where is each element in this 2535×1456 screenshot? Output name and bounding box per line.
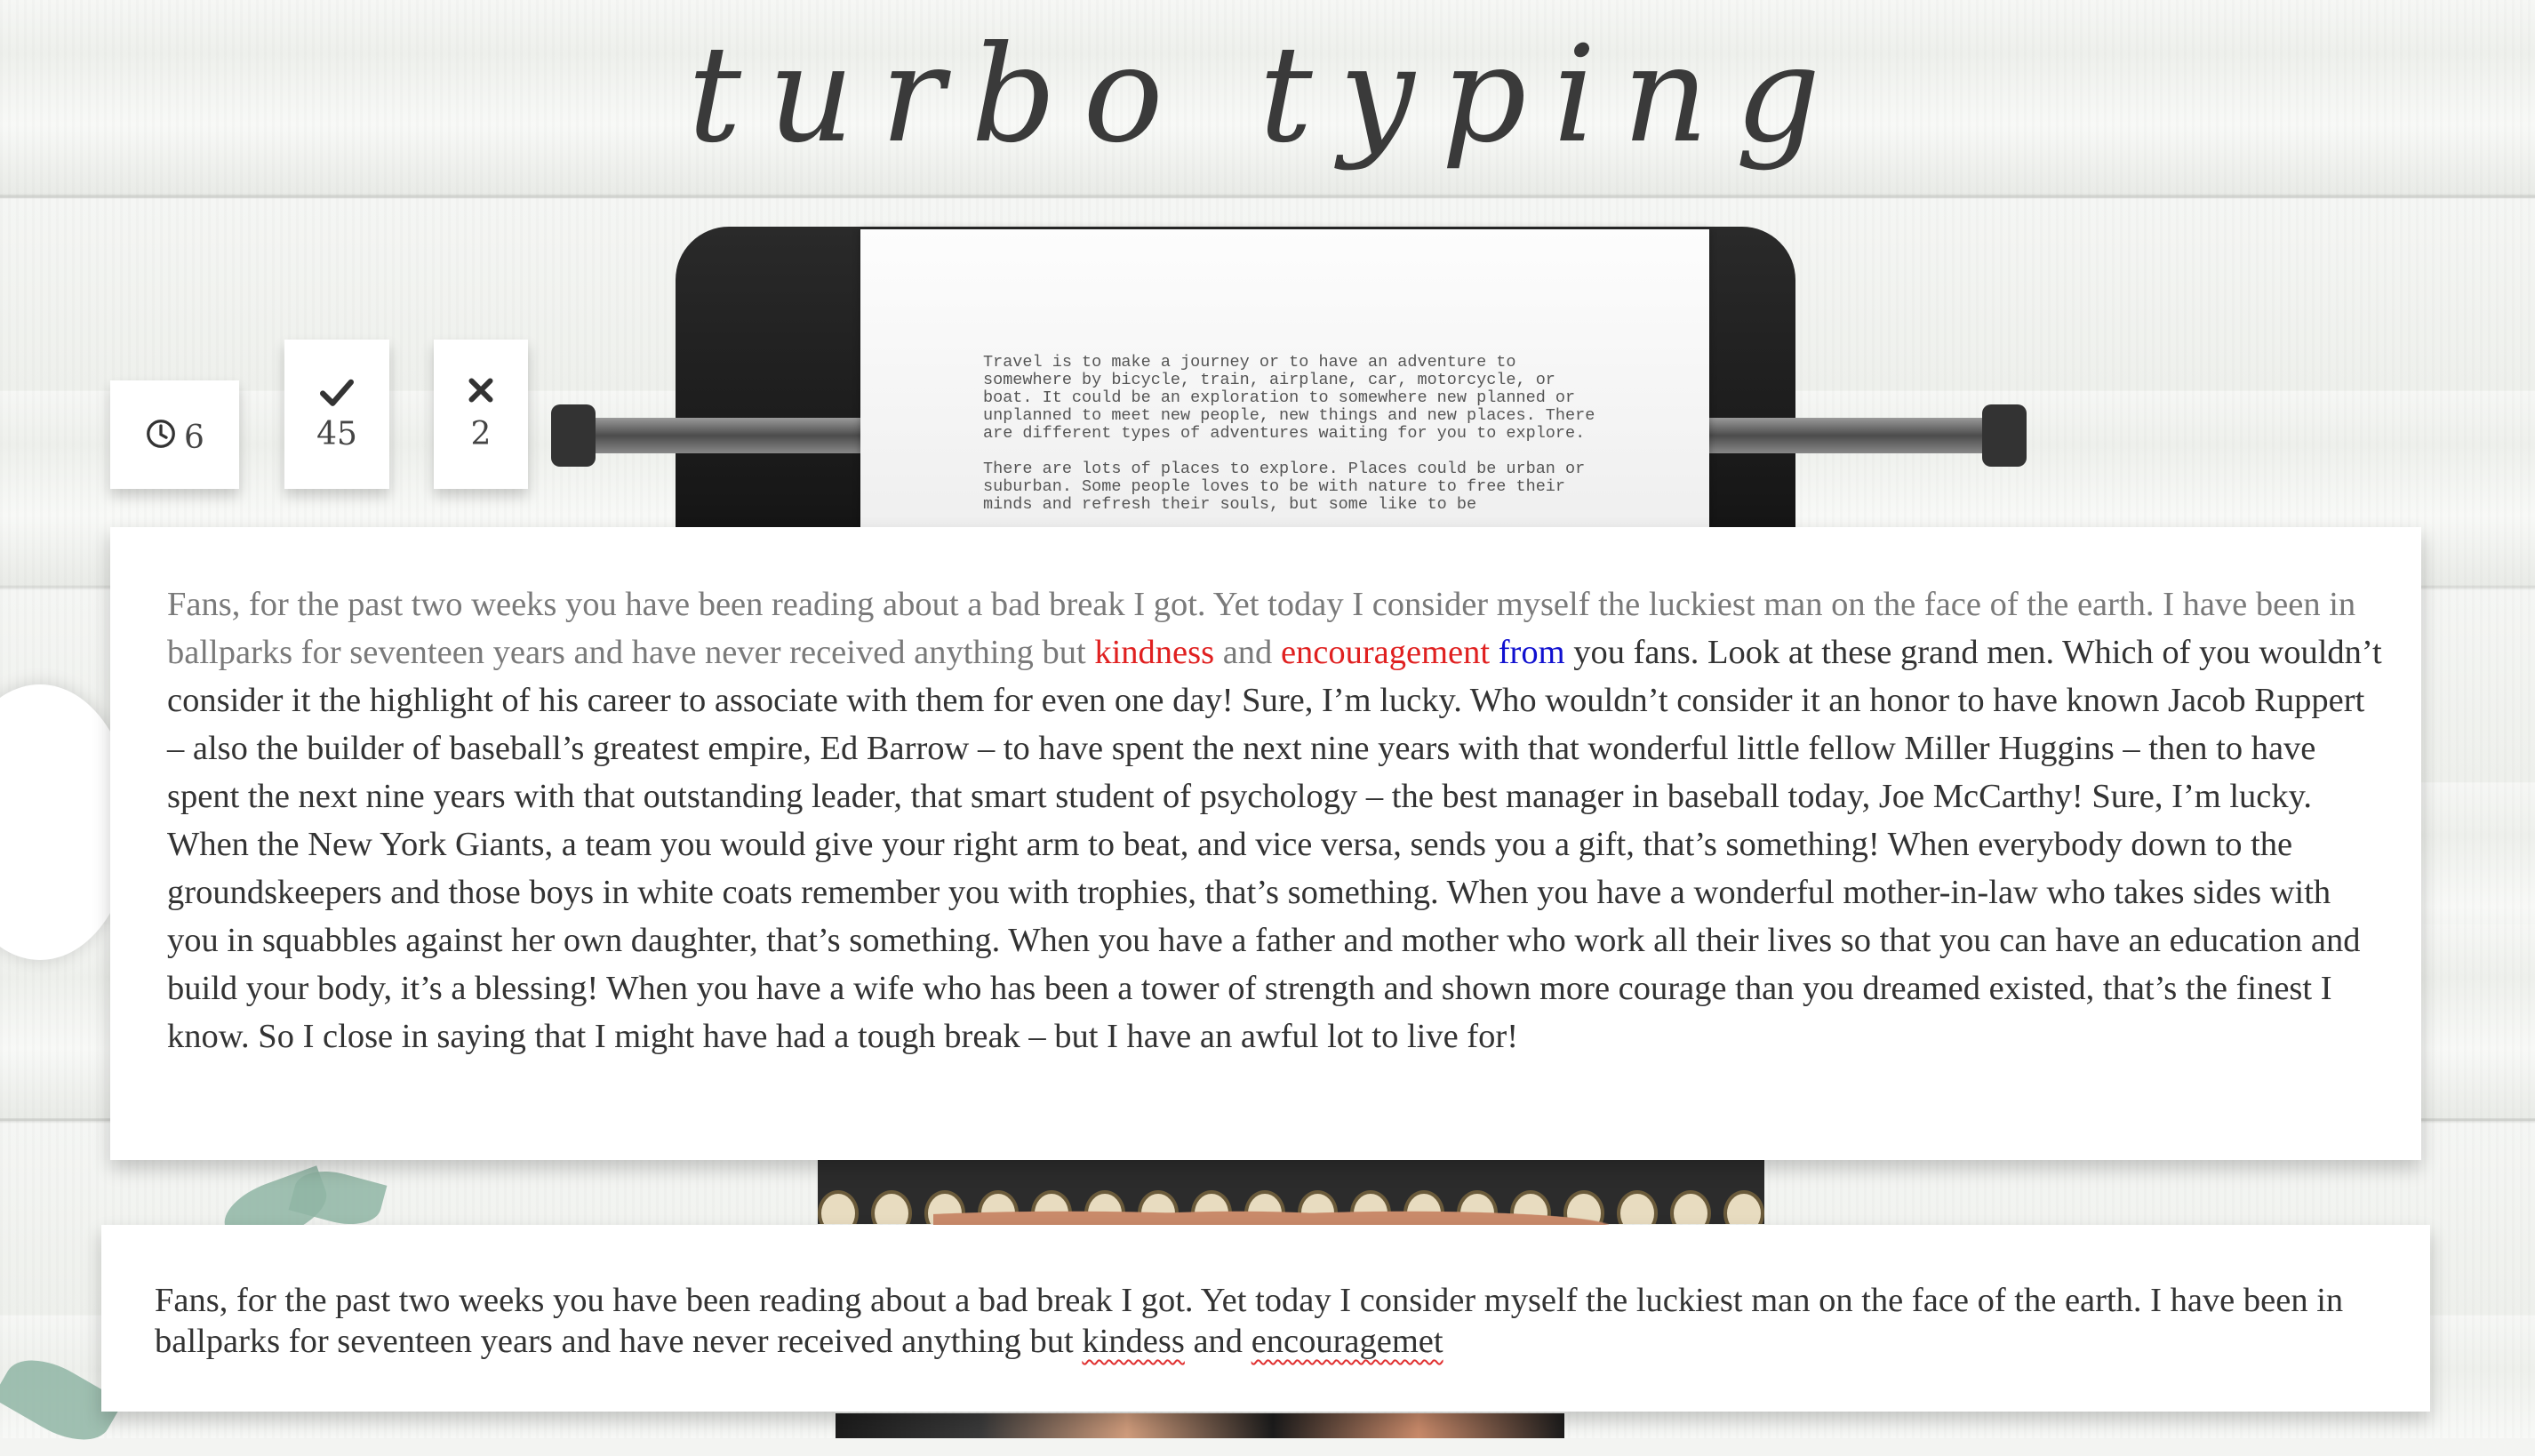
wrong-count: 2 [470, 416, 492, 452]
misspelled-word: kindess [1082, 1323, 1185, 1360]
timer-card: 6 [110, 380, 239, 489]
typing-input[interactable]: Fans, for the past two weeks you have be… [155, 1280, 2395, 1362]
typewriter-knob [1982, 404, 2027, 467]
paper-text: Travel is to make a journey or to have a… [983, 354, 1605, 527]
typewriter-knob [551, 404, 596, 467]
typed-text: and [1214, 634, 1281, 671]
wrong-word: kindness [1094, 634, 1215, 671]
hands-illustration [836, 1413, 1564, 1438]
timer-value: 6 [184, 420, 204, 456]
remaining-text: you fans. Look at these grand men. Which… [167, 634, 2382, 1055]
correct-count: 45 [316, 416, 357, 452]
misspelled-word: encouragemet [1251, 1323, 1443, 1360]
input-typed: and [1184, 1323, 1252, 1360]
reference-text-panel: Fans, for the past two weeks you have be… [110, 527, 2421, 1160]
paper-paragraph: There are lots of places to explore. Pla… [983, 460, 1586, 514]
paper-paragraph: Travel is to make a journey or to have a… [983, 353, 1595, 443]
app-title: turbo typing [687, 18, 1848, 172]
current-word: from [1498, 634, 1565, 671]
hands-illustration [933, 1191, 1609, 1227]
check-icon [284, 377, 389, 407]
x-icon [434, 377, 528, 404]
wrong-word: encouragement [1280, 634, 1491, 671]
wrong-words-card: 2 [434, 340, 528, 489]
reference-text: Fans, for the past two weeks you have be… [167, 580, 2389, 1060]
clock-icon [145, 418, 177, 458]
typewriter-paper: Travel is to make a journey or to have a… [860, 229, 1709, 527]
typing-input-panel[interactable]: Fans, for the past two weeks you have be… [101, 1225, 2430, 1412]
correct-words-card: 45 [284, 340, 389, 489]
divider [0, 196, 2535, 198]
